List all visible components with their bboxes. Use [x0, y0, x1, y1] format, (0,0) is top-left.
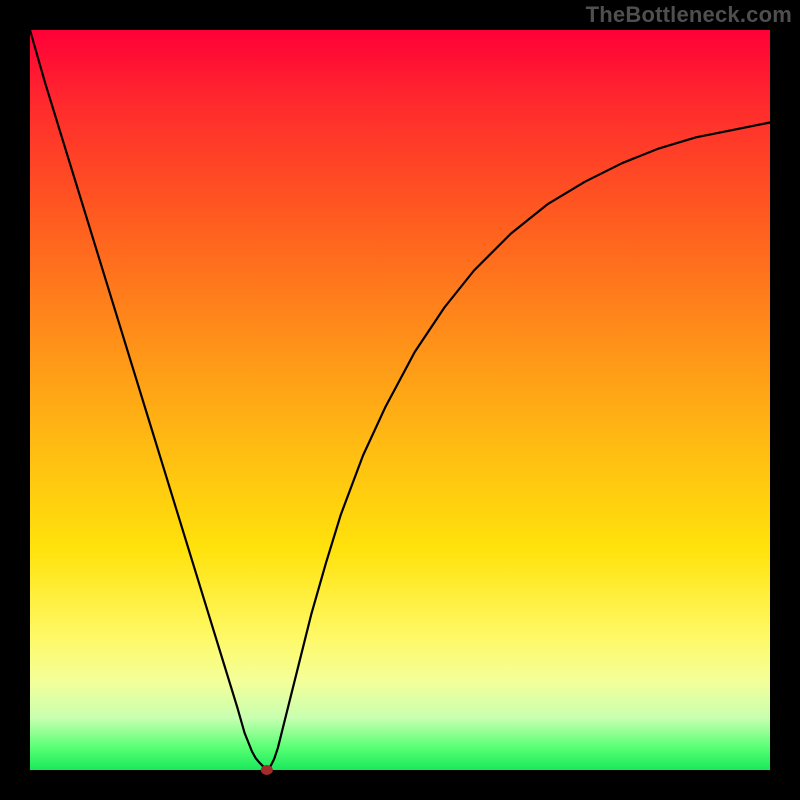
watermark-text: TheBottleneck.com	[586, 2, 792, 28]
chart-frame: TheBottleneck.com	[0, 0, 800, 800]
min-marker	[261, 765, 273, 775]
plot-area	[30, 30, 770, 770]
bottleneck-curve	[30, 30, 770, 770]
curve-svg	[30, 30, 770, 770]
